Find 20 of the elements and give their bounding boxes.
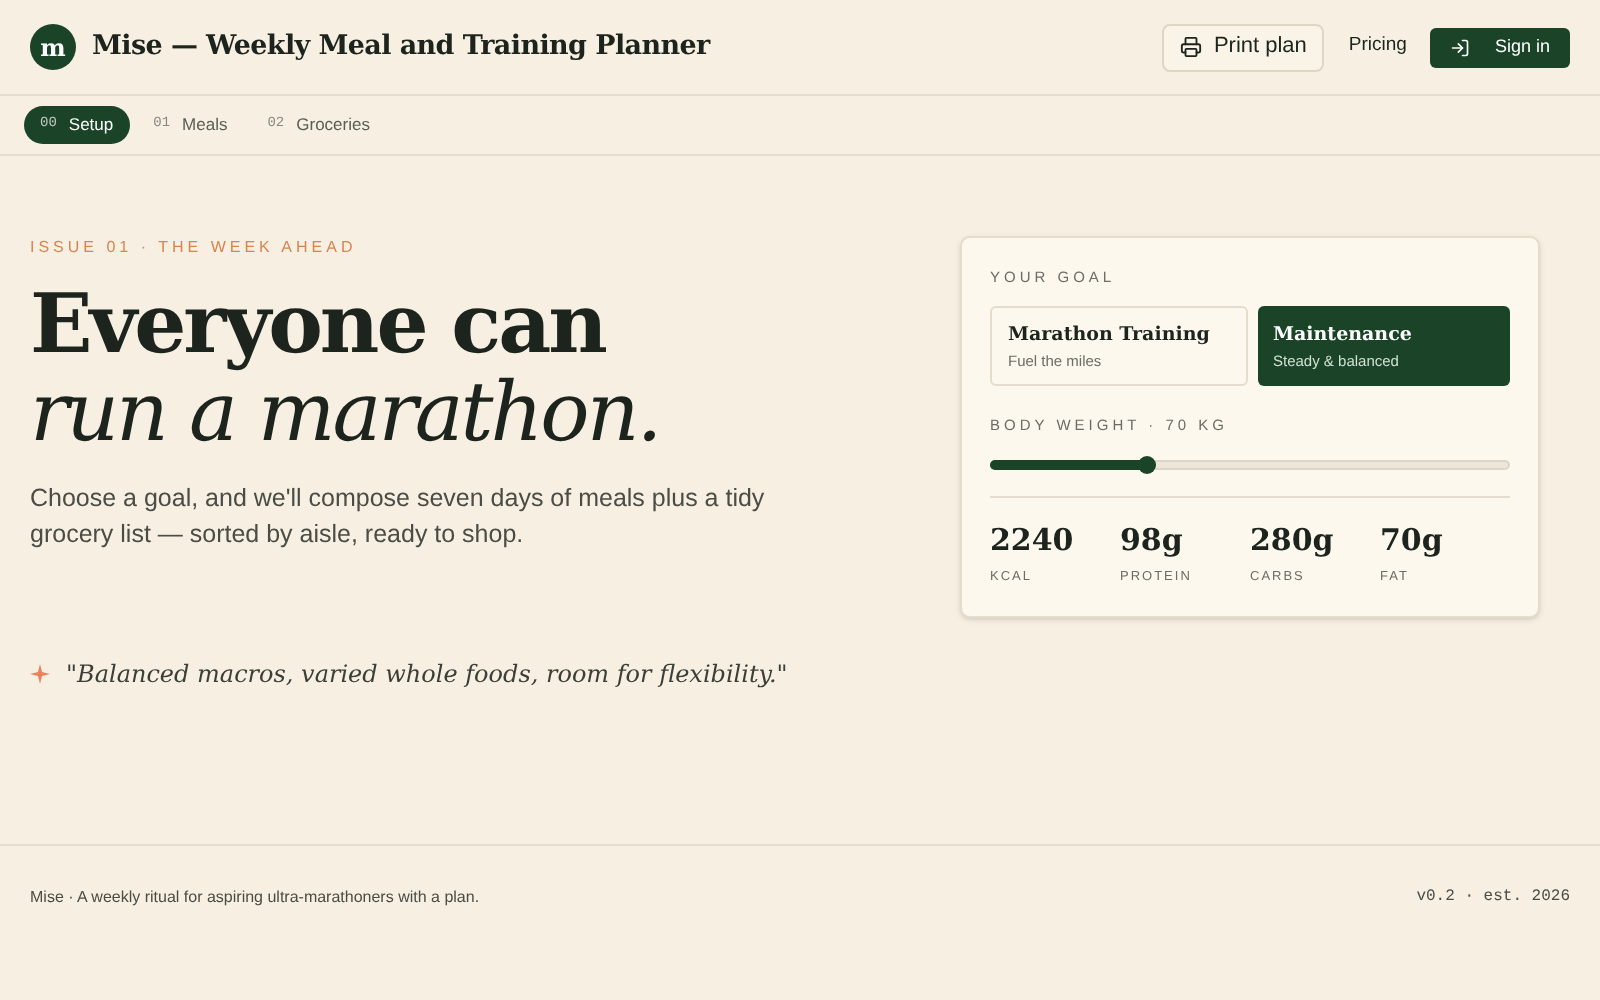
- app-title: Mise — Weekly Meal and Training Planner: [92, 28, 710, 67]
- sign-in-icon: [1450, 37, 1471, 57]
- headline: Everyone can: [30, 280, 608, 368]
- sign-in-button[interactable]: Sign in: [1430, 27, 1570, 67]
- intro-text: Choose a goal, and we'll compose seven days of meals plus a tidy grocery list — sorted by aisle, ready to shop.: [30, 482, 767, 552]
- stat-value: 2240: [990, 519, 1076, 562]
- weight-slider[interactable]: [990, 457, 1510, 472]
- quote-text: "Balanced macros, varied whole foods, room for flexibility.": [66, 658, 788, 692]
- headline-italic: run a marathon.: [30, 368, 662, 456]
- stat-value: 70g: [1380, 519, 1445, 562]
- printer-icon: [1179, 36, 1202, 58]
- logo-badge: m: [30, 24, 76, 70]
- pricing-link[interactable]: Pricing: [1348, 32, 1407, 62]
- stat-value: 98g: [1120, 519, 1185, 562]
- issue-eyebrow: ISSUE 01 · THE WEEK AHEAD: [30, 236, 359, 260]
- stat-value: 280g: [1250, 519, 1336, 562]
- sparkle-icon: [30, 664, 50, 684]
- version-text: v0.2 · est. 2026: [1416, 886, 1570, 910]
- footer-tagline: Mise · A weekly ritual for aspiring ultra-marathoners with a plan.: [30, 886, 480, 910]
- print-button[interactable]: Print plan: [1161, 23, 1325, 71]
